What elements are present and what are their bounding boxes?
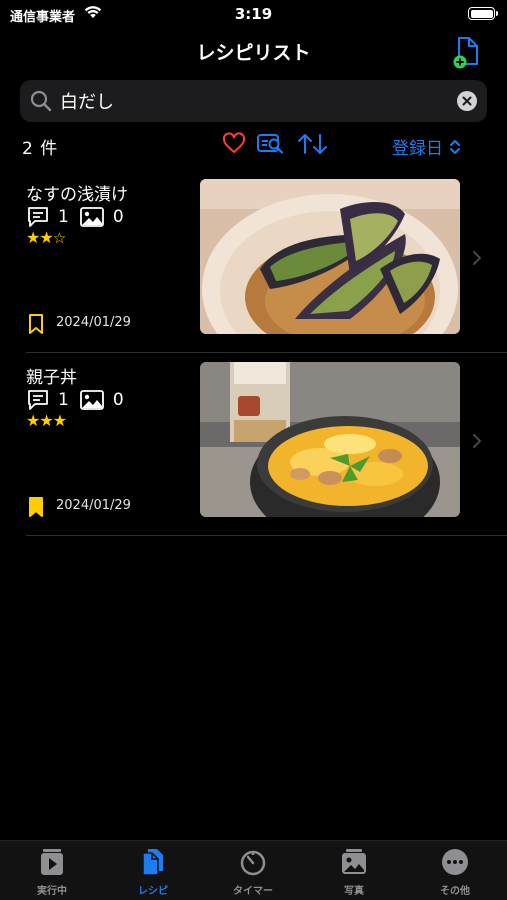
photo-icon: [79, 207, 104, 227]
add-recipe-button[interactable]: [453, 36, 481, 70]
close-icon: [462, 96, 472, 106]
comment-count: 1: [58, 207, 69, 227]
photo-count: 0: [112, 390, 124, 410]
tab-recipes[interactable]: レシピ: [113, 847, 193, 897]
comment-icon: [28, 207, 48, 227]
filled-stars: ★★: [26, 228, 54, 247]
tab-label: レシピ: [138, 886, 168, 897]
search-bar: [20, 80, 487, 122]
empty-stars: ☆: [52, 229, 66, 247]
bookmark-icon[interactable]: [28, 313, 44, 335]
clear-search-button[interactable]: [457, 91, 477, 111]
tab-label: 写真: [344, 886, 364, 897]
photo-icon: [79, 390, 104, 410]
result-count: 2 件: [22, 139, 59, 159]
rating-stars: ★★☆: [26, 228, 66, 247]
more-icon: [442, 849, 468, 875]
heart-icon[interactable]: [222, 132, 246, 156]
text-search-icon[interactable]: [256, 132, 286, 156]
recipe-date: 2024/01/29: [56, 315, 131, 330]
battery-icon: [468, 7, 498, 20]
add-document-icon: [453, 37, 478, 69]
tab-bar: 実行中 レシピ タイマー 写真 その他: [0, 840, 507, 900]
recipe-date: 2024/01/29: [56, 498, 131, 513]
chevron-right-icon: [473, 434, 481, 448]
document-icon: [142, 849, 163, 876]
chevron-up-down-icon: [450, 139, 460, 154]
tab-timer[interactable]: タイマー: [213, 847, 293, 897]
sort-icon[interactable]: [296, 132, 330, 156]
photo-count: 0: [112, 207, 124, 227]
recipe-photo: [200, 179, 460, 334]
comment-icon: [28, 390, 48, 410]
recipe-list: なすの浅漬け 1 0 ★★☆ 2024/01/29 親子丼 1 0 ★★★ 20…: [0, 170, 507, 536]
tab-more[interactable]: その他: [415, 847, 495, 897]
tab-label: その他: [440, 886, 470, 897]
chevron-right-icon: [473, 251, 481, 265]
tab-label: 実行中: [37, 886, 67, 897]
rating-stars: ★★★: [26, 411, 67, 430]
list-toolbar: 2 件 登録日: [0, 130, 507, 160]
row-divider: [26, 535, 507, 536]
sort-key-selector[interactable]: 登録日: [392, 134, 461, 159]
page-title: レシピリスト: [196, 42, 311, 64]
play-icon: [41, 849, 63, 875]
recipe-stats: 1 0: [26, 389, 134, 411]
recipe-title: 親子丼: [26, 368, 77, 388]
search-icon: [30, 90, 52, 112]
photo-icon: [342, 849, 366, 874]
recipe-row[interactable]: なすの浅漬け 1 0 ★★☆ 2024/01/29: [0, 170, 507, 353]
comment-count: 1: [58, 390, 69, 410]
tab-label: タイマー: [233, 886, 273, 897]
clock: 3:19: [234, 5, 273, 23]
bookmark-filled-icon[interactable]: [28, 496, 44, 518]
timer-icon: [240, 850, 266, 876]
recipe-photo: [200, 362, 460, 517]
status-bar: 通信事業者 3:19: [0, 0, 507, 30]
sort-key-label: 登録日: [392, 139, 443, 159]
search-input[interactable]: [60, 88, 440, 114]
filled-stars: ★★★: [26, 411, 67, 430]
recipe-stats: 1 0: [26, 206, 134, 228]
recipe-title: なすの浅漬け: [26, 185, 128, 205]
recipe-row[interactable]: 親子丼 1 0 ★★★ 2024/01/29: [0, 353, 507, 536]
tab-photos[interactable]: 写真: [314, 847, 394, 897]
tab-running[interactable]: 実行中: [12, 847, 92, 897]
